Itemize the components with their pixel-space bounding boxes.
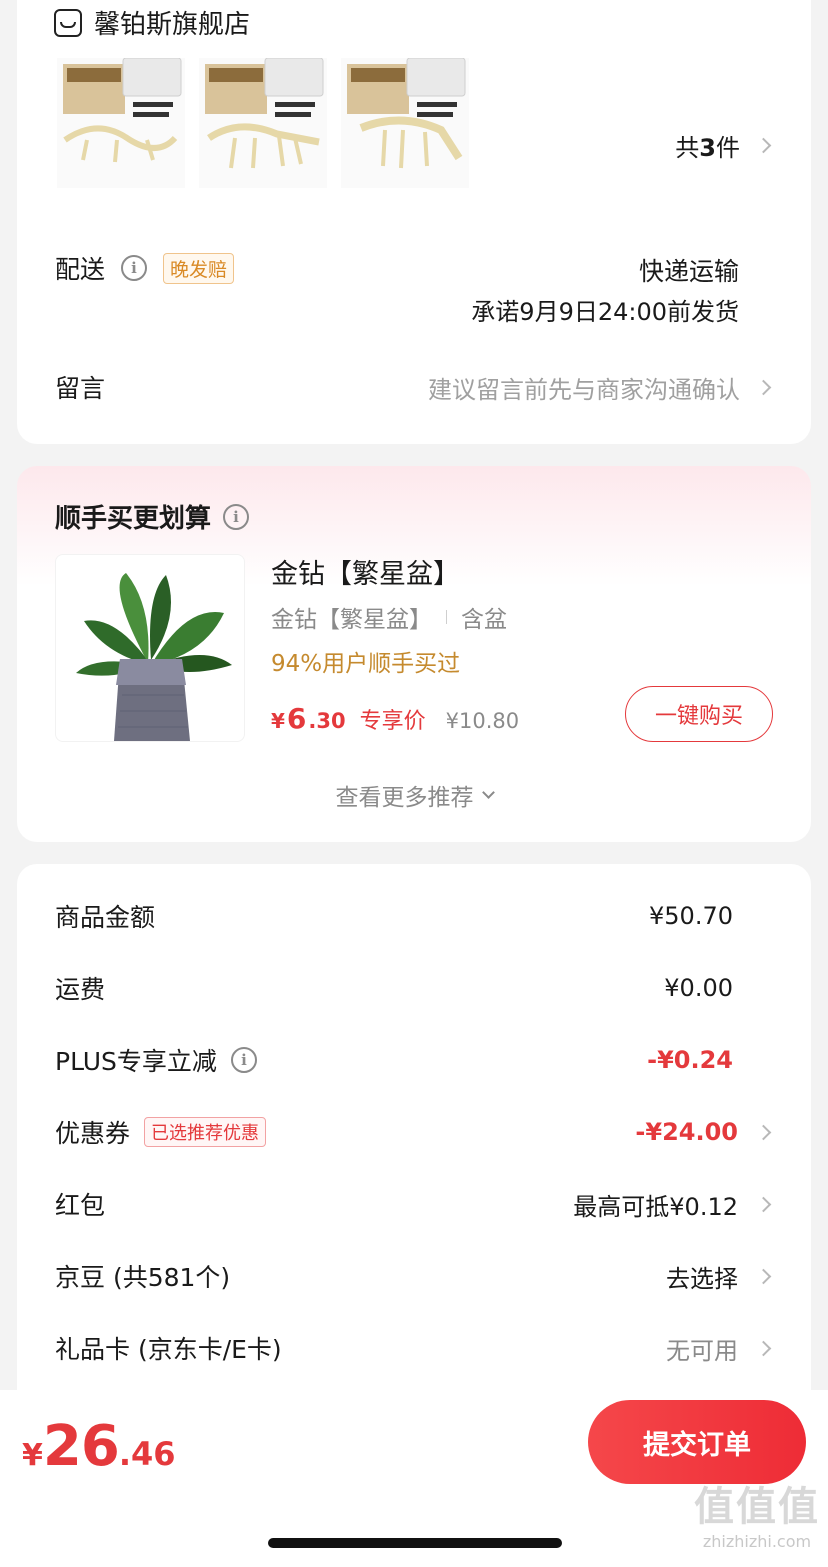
goods-amount-row: 商品金额 ¥50.70 <box>55 898 733 934</box>
delivery-method: 快递运输 <box>638 257 739 286</box>
total-int: 26 <box>42 1414 120 1479</box>
red-packet-value: 最高可抵¥0.12 <box>573 1192 738 1221</box>
info-icon[interactable]: i <box>230 1047 257 1073</box>
red-packet-row[interactable]: 红包 最高可抵¥0.12 <box>55 1186 772 1222</box>
chevron-right-icon <box>755 137 772 154</box>
jd-beans-label: 京豆 (共581个) <box>55 1263 231 1292</box>
total-price: ¥ 26 .46 <box>22 1414 176 1479</box>
one-click-buy-button[interactable]: 一键购买 <box>625 686 773 742</box>
jd-beans-row[interactable]: 京豆 (共581个) 去选择 <box>55 1258 772 1294</box>
goods-amount-value: ¥50.70 <box>649 902 733 930</box>
store-icon <box>54 8 82 37</box>
product-thumbnail-3[interactable] <box>341 58 469 188</box>
price-tag: 专享价 <box>359 709 426 734</box>
chevron-right-icon <box>755 1340 772 1356</box>
item-count-link[interactable]: 共3件 <box>675 128 772 163</box>
shipping-label: 运费 <box>55 975 106 1004</box>
recommend-card: 顺手买更划算 i 金钻【繁星盆】 金钻【繁星盆】 含盆 94%用户顺手买过 ¥ … <box>17 466 811 842</box>
message-label: 留言 <box>55 374 106 403</box>
recommend-product-name[interactable]: 金钻【繁星盆】 <box>271 552 460 591</box>
info-icon[interactable]: i <box>223 503 250 530</box>
recommend-product-price: ¥ 6 .30 专享价 ¥10.80 <box>271 702 520 735</box>
product-thumbnail-2[interactable] <box>199 58 327 188</box>
recommend-product-spec: 金钻【繁星盆】 含盆 <box>271 607 507 633</box>
plus-discount-label: PLUS专享立减 <box>55 1047 217 1076</box>
store-header[interactable]: 馨铂斯旗舰店 <box>54 4 250 41</box>
chevron-right-icon <box>755 1124 772 1140</box>
chevron-right-icon <box>755 1268 772 1284</box>
shipping-value: ¥0.00 <box>664 974 733 1002</box>
view-more-recommend[interactable]: 查看更多推荐 <box>17 778 811 812</box>
jd-beans-value: 去选择 <box>666 1264 738 1293</box>
watermark-site: zhizhizhi.com <box>702 1532 812 1551</box>
coupon-value: -¥24.00 <box>635 1118 738 1146</box>
submit-order-button[interactable]: 提交订单 <box>588 1400 806 1484</box>
coupon-row[interactable]: 优惠券 已选推荐优惠 -¥24.00 <box>55 1114 772 1150</box>
gift-card-label: 礼品卡 (京东卡/E卡) <box>55 1335 282 1364</box>
gift-card-row[interactable]: 礼品卡 (京东卡/E卡) 无可用 <box>55 1330 772 1366</box>
recommend-product-stat: 94%用户顺手买过 <box>271 651 461 677</box>
summary-card: 商品金额 ¥50.70 运费 ¥0.00 PLUS专享立减 i -¥0.24 优… <box>17 864 811 1424</box>
gift-card-value: 无可用 <box>666 1336 738 1365</box>
bottom-bar: ¥ 26 .46 提交订单 值值值 zhizhizhi.com <box>0 1390 828 1567</box>
recommend-product-image[interactable] <box>55 554 245 742</box>
late-compensation-badge: 晚发赔 <box>163 252 235 284</box>
shipping-row: 运费 ¥0.00 <box>55 970 733 1006</box>
chevron-right-icon <box>755 379 772 395</box>
item-count-text: 共3件 <box>675 134 740 162</box>
delivery-promise: 承诺9月9日24:00前发货 <box>471 298 739 326</box>
coupon-label: 优惠券 <box>55 1119 131 1148</box>
message-row[interactable]: 留言 建议留言前先与商家沟通确认 <box>55 370 772 404</box>
store-card: 馨铂斯旗舰店 共3件 配送 i 晚发赔 快递运输 承诺9月9日24:00前发货 … <box>17 0 811 444</box>
goods-amount-label: 商品金额 <box>55 903 156 932</box>
plus-discount-row: PLUS专享立减 i -¥0.24 <box>55 1042 733 1078</box>
red-packet-label: 红包 <box>55 1191 106 1220</box>
plus-discount-value: -¥0.24 <box>647 1046 733 1074</box>
delivery-row[interactable]: 配送 i 晚发赔 快递运输 承诺9月9日24:00前发货 <box>55 250 739 340</box>
message-placeholder: 建议留言前先与商家沟通确认 <box>428 375 740 404</box>
store-name: 馨铂斯旗舰店 <box>94 10 251 40</box>
original-price: ¥10.80 <box>445 709 520 733</box>
watermark-logo: 值值值 <box>694 1484 820 1530</box>
watermark: 值值值 zhizhizhi.com <box>694 1474 820 1551</box>
delivery-label: 配送 <box>55 255 106 284</box>
home-indicator[interactable] <box>268 1538 562 1548</box>
view-more-label: 查看更多推荐 <box>335 785 474 811</box>
info-icon[interactable]: i <box>121 255 148 281</box>
recommend-header: 顺手买更划算 i <box>55 498 250 535</box>
total-currency: ¥ <box>22 1438 43 1473</box>
recommend-title: 顺手买更划算 <box>55 504 212 534</box>
product-thumbnail-1[interactable] <box>57 58 185 188</box>
chevron-right-icon <box>755 1196 772 1212</box>
total-dec: .46 <box>118 1435 176 1473</box>
plant-image <box>76 573 232 741</box>
coupon-badge: 已选推荐优惠 <box>144 1117 267 1147</box>
spec-divider <box>446 610 447 624</box>
chevron-down-icon <box>481 785 495 799</box>
